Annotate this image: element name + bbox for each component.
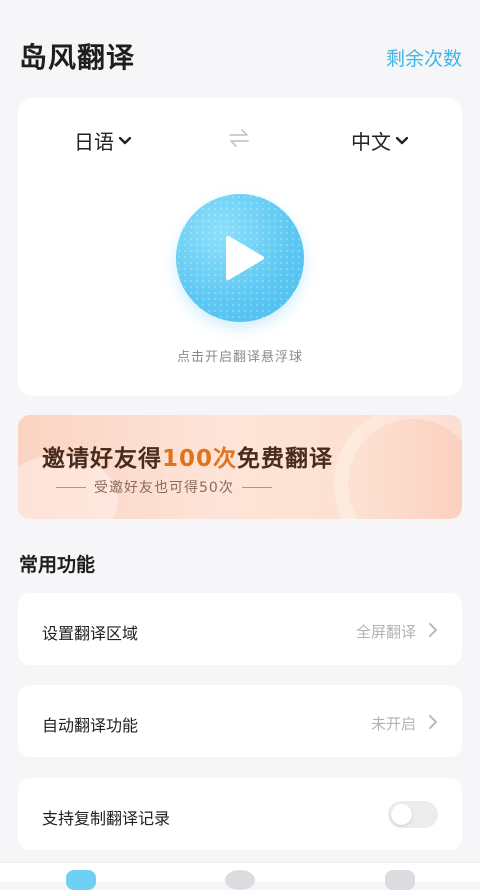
floating-ball-play-button[interactable] [176, 194, 304, 322]
chevron-down-icon [119, 136, 131, 144]
chevron-right-icon [429, 623, 437, 637]
invite-banner[interactable]: 邀请好友得100次免费翻译 受邀好友也可得50次 [18, 415, 462, 519]
bottom-tab-bar [0, 862, 480, 890]
translator-card: 日语 中文 点击开启翻译悬浮球 [18, 98, 462, 396]
source-language-label: 日语 [74, 130, 114, 154]
banner-title: 邀请好友得100次免费翻译 [42, 446, 334, 472]
section-title: 常用功能 [19, 554, 96, 576]
chevron-right-icon [429, 715, 437, 729]
copy-history-toggle[interactable] [388, 801, 438, 828]
play-icon [226, 236, 264, 280]
app-title: 岛风翻译 [19, 41, 136, 74]
target-language-select[interactable]: 中文 [351, 126, 408, 155]
translation-area-row[interactable]: 设置翻译区域 全屏翻译 [18, 593, 462, 665]
header: 岛风翻译 剩余次数 [0, 0, 480, 96]
tab-profile-icon[interactable] [385, 870, 415, 890]
row-value: 未开启 [370, 715, 416, 733]
auto-translate-row[interactable]: 自动翻译功能 未开启 [18, 685, 462, 757]
banner-highlight: 100次 [162, 446, 238, 472]
tab-home-icon[interactable] [66, 870, 96, 890]
play-hint-text: 点击开启翻译悬浮球 [176, 350, 303, 365]
target-language-label: 中文 [351, 130, 391, 154]
swap-languages-icon[interactable] [227, 128, 251, 148]
source-language-select[interactable]: 日语 [74, 126, 131, 155]
toggle-knob [391, 804, 412, 825]
banner-subtitle: 受邀好友也可得50次 [56, 477, 272, 497]
copy-history-row: 支持复制翻译记录 [18, 778, 462, 850]
remaining-count-link[interactable]: 剩余次数 [386, 44, 462, 71]
chevron-down-icon [396, 136, 408, 144]
row-label: 设置翻译区域 [42, 624, 139, 643]
row-label: 支持复制翻译记录 [42, 809, 171, 828]
row-label: 自动翻译功能 [42, 716, 139, 735]
tab-settings-icon[interactable] [225, 870, 255, 890]
row-value: 全屏翻译 [355, 623, 416, 641]
